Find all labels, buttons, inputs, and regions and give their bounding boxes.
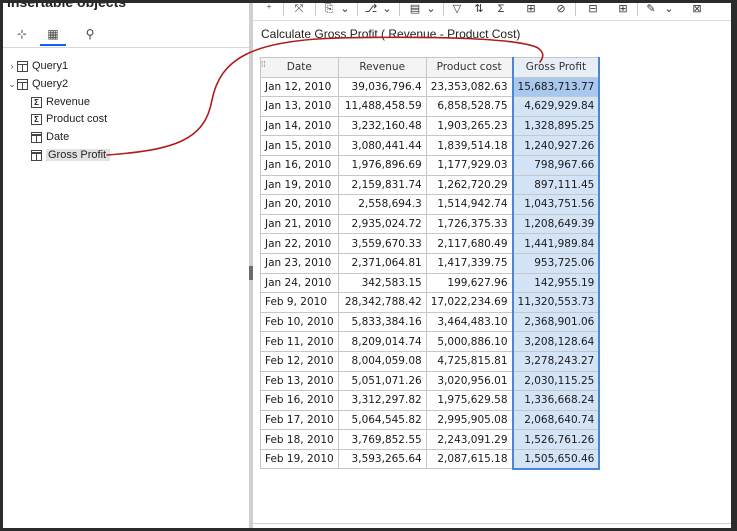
window-frame <box>0 0 737 531</box>
